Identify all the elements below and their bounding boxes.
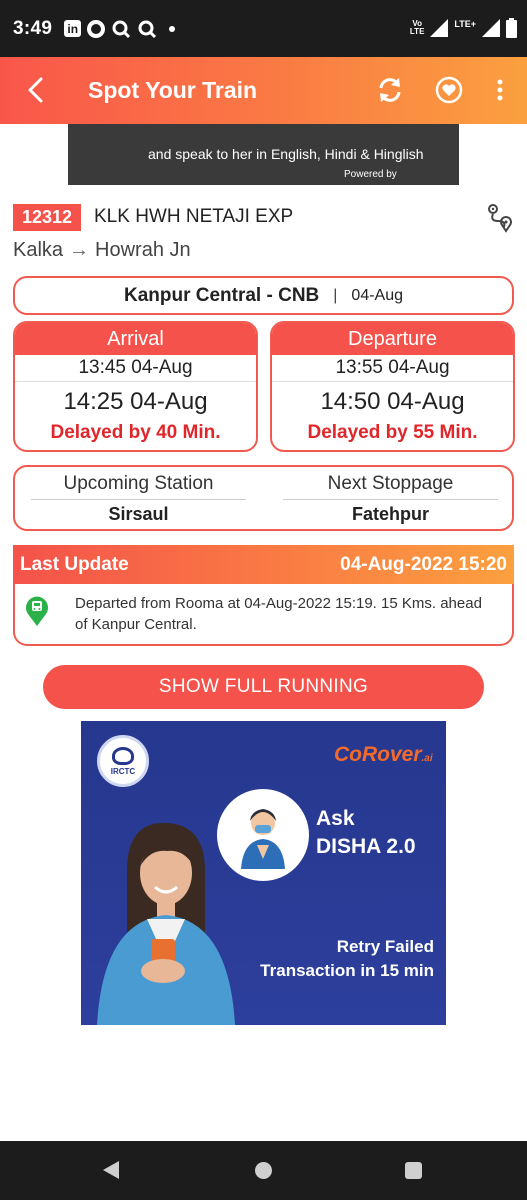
volte-icon: Vo LTE [409,19,425,36]
arrival-card: Arrival 13:45 04-Aug 14:25 04-Aug Delaye… [13,321,258,452]
arrival-delay: Delayed by 40 Min. [50,422,221,443]
upcoming-station: Upcoming Station Sirsaul [31,473,246,525]
last-update-label: Last Update [20,554,129,575]
linkedin-icon: in [64,20,82,37]
departure-card: Departure 13:55 04-Aug 14:50 04-Aug Dela… [270,321,515,452]
departure-label: Departure [272,323,513,355]
arrival-actual: 14:25 04-Aug [63,388,208,415]
upcoming-station-value: Sirsaul [108,504,169,524]
more-vert-icon[interactable] [485,75,515,105]
lte-plus-label: LTE+ [454,19,476,29]
back-arrow-icon[interactable] [22,75,52,105]
battery-icon [506,18,517,38]
app-bar: Spot Your Train [0,57,527,124]
status-time: 3:49 [13,17,53,39]
more-notifications-dot [169,25,176,32]
refresh-icon[interactable] [375,75,405,105]
nav-home-icon[interactable] [255,1162,272,1179]
route-map-icon[interactable] [486,203,514,233]
page-title: Spot Your Train [88,77,258,103]
train-location-icon [26,596,48,626]
station-selector[interactable]: Kanpur Central - CNB | 04-Aug [13,276,514,315]
last-update-timestamp: 04-Aug-2022 15:20 [340,554,507,575]
retry-transaction-text: Retry Failed Transaction in 15 min [260,937,434,980]
upcoming-card: Upcoming Station Sirsaul Next Stoppage F… [13,465,514,531]
station-date: 04-Aug [351,286,404,304]
departure-delay: Delayed by 55 Min. [307,422,478,443]
last-update-header: Last Update 04-Aug-2022 15:20 [13,545,514,584]
arrival-scheduled: 13:45 04-Aug [15,355,256,382]
departure-actual: 14:50 04-Aug [320,388,465,415]
show-full-running-button[interactable]: SHOW FULL RUNNING [43,665,484,709]
nav-recents-icon[interactable] [405,1162,422,1179]
route-from: Kalka [13,239,64,261]
system-icons: Vo LTE LTE+ [410,18,517,38]
departure-scheduled: 13:55 04-Aug [272,355,513,382]
system-nav-bar [0,1141,527,1200]
status-bar: 3:49 in Vo LTE LTE+ [0,0,527,57]
station-separator: | [333,286,338,304]
upcoming-station-label: Upcoming Station [31,473,246,500]
train-number-badge: 12312 [13,204,81,231]
notification-icons: in [64,19,176,39]
route-arrow-icon: → [69,239,90,261]
signal-icon-2 [482,19,500,37]
search-notification-icon [112,20,131,38]
top-ad-banner[interactable]: and speak to her in English, Hindi & Hin… [68,124,459,185]
woman-with-phone-image [97,822,235,1025]
route-to: Howrah Jn [95,239,191,261]
top-ad-powered-by: Powered by [344,169,397,180]
disha-ad-banner[interactable]: IRCTC CoRover.ai Ask DISHA 2.0 Retry Fai… [81,721,446,1025]
irctc-logo: IRCTC [97,735,149,787]
nav-back-icon[interactable] [101,1160,121,1180]
next-stoppage-value: Fatehpur [351,504,429,524]
last-update-message: Departed from Rooma at 04-Aug-2022 15:19… [75,595,482,633]
corover-logo: CoRover.ai [334,743,433,766]
top-ad-text: and speak to her in English, Hindi & Hin… [148,146,424,162]
app-notification-icon [87,19,106,38]
ask-disha-text: Ask DISHA 2.0 [316,807,416,858]
train-route: Kalka → Howrah Jn [13,239,191,262]
heart-icon[interactable] [434,75,464,105]
next-stoppage-label: Next Stoppage [283,473,498,500]
station-name: Kanpur Central - CNB [123,284,320,306]
next-stoppage: Next Stoppage Fatehpur [283,473,498,525]
search-notification-icon-2 [138,20,157,38]
signal-icon [430,19,449,37]
arrival-label: Arrival [15,323,256,355]
train-name: KLK HWH NETAJI EXP [94,206,294,227]
